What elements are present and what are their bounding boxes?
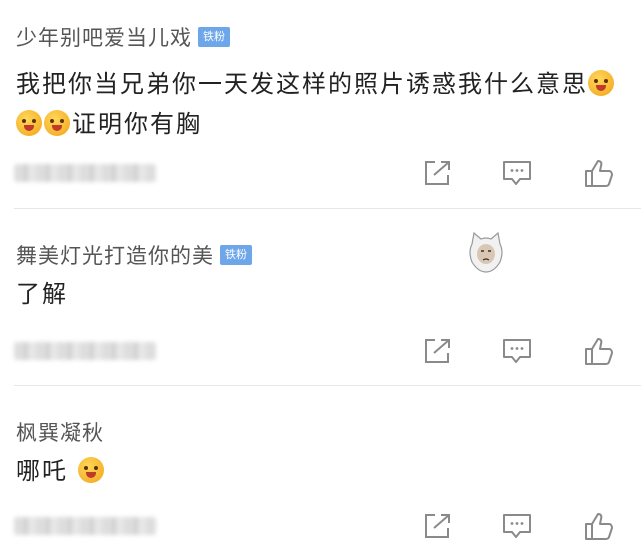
comment-actions [0,334,641,370]
comment-icon[interactable] [500,156,534,190]
thumbs-up-icon[interactable] [582,156,616,190]
comment-text-part1: 我把你当兄弟你一天发这样的照片诱惑我什么意思 [16,70,588,98]
comment-item: 舞美灯光打造你的美 铁粉 了解 [0,210,641,386]
comment-text: 了解 [16,274,621,314]
comment-actions [0,509,641,545]
smile-emoji-icon [77,457,104,483]
divider [14,208,641,209]
thumbs-up-icon[interactable] [582,509,616,543]
share-icon[interactable] [420,509,454,543]
comment-item: 枫巽凝秋 哪吒 [0,387,641,558]
share-icon[interactable] [420,156,454,190]
username[interactable]: 枫巽凝秋 [16,417,104,447]
comment-text-body: 了解 [16,280,68,308]
comment-icon[interactable] [500,334,534,368]
blurred-timestamp [14,517,156,535]
blurred-timestamp [14,342,156,360]
comment-list: 少年别吧爱当儿戏 铁粉 我把你当兄弟你一天发这样的照片诱惑我什么意思证明你有胸 … [0,0,641,558]
username-row: 少年别吧爱当儿戏 铁粉 [16,22,230,52]
comment-text: 我把你当兄弟你一天发这样的照片诱惑我什么意思证明你有胸 [16,64,621,144]
comment-icon[interactable] [500,509,534,543]
comment-item: 少年别吧爱当儿戏 铁粉 我把你当兄弟你一天发这样的照片诱惑我什么意思证明你有胸 [0,0,641,208]
thumbs-up-icon[interactable] [582,334,616,368]
divider [14,385,641,386]
fan-badge: 铁粉 [220,245,252,265]
comment-text: 哪吒 [16,451,621,491]
username-row: 枫巽凝秋 [16,417,104,447]
tongue-out-emoji-icon [44,110,70,136]
blurred-timestamp [14,164,156,182]
tongue-out-emoji-icon [16,110,42,136]
comment-text-part2: 证明你有胸 [72,110,202,138]
fan-badge: 铁粉 [198,27,230,47]
username-row: 舞美灯光打造你的美 铁粉 [16,240,252,270]
username[interactable]: 舞美灯光打造你的美 [16,240,214,270]
cat-face-sticker-icon [469,231,503,273]
username[interactable]: 少年别吧爱当儿戏 [16,22,192,52]
comment-text-body: 哪吒 [16,457,68,485]
tongue-out-emoji-icon [588,70,614,96]
share-icon[interactable] [420,334,454,368]
comment-actions [0,156,641,192]
